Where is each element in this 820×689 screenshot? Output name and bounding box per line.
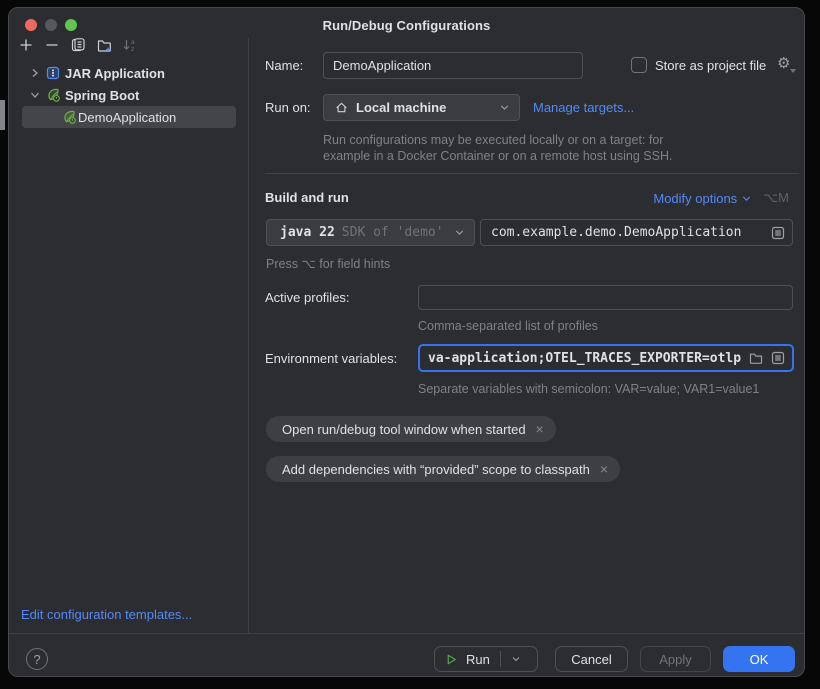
edit-configuration-templates-link[interactable]: Edit configuration templates... [21,607,192,622]
environment-variables-field[interactable]: va-application;OTEL_TRACES_EXPORTER=otlp [418,344,794,372]
sidebar-divider [248,38,249,633]
home-icon [334,100,349,115]
run-on-help-line1: Run configurations may be executed local… [323,132,663,148]
run-on-label: Run on: [265,100,311,115]
chevron-down-icon[interactable] [510,653,522,665]
background-window-edge [0,100,5,130]
apply-button[interactable]: Apply [640,646,711,672]
expand-field-icon[interactable] [770,225,786,241]
sort-alphabetically-icon: a z [122,37,138,53]
option-tag-provided-scope: Add dependencies with “provided” scope t… [266,456,620,482]
close-icon[interactable]: × [536,421,544,437]
tag-label: Open run/debug tool window when started [282,422,526,437]
environment-variables-value: va-application;OTEL_TRACES_EXPORTER=otlp [428,351,742,366]
manage-targets-link[interactable]: Manage targets... [533,100,634,115]
cancel-button[interactable]: Cancel [555,646,628,672]
ok-button-label: OK [750,652,769,667]
sort-configurations-button[interactable]: a z [117,33,143,57]
modify-options-group: Modify options ⌥M [653,190,789,206]
environment-variables-hint: Separate variables with semicolon: VAR=v… [418,382,759,396]
jdk-value: java 22 [280,225,335,240]
active-profiles-hint: Comma-separated list of profiles [418,319,598,333]
active-profiles-label: Active profiles: [265,290,350,305]
folder-icon[interactable] [748,350,764,366]
ok-button[interactable]: OK [723,646,795,672]
apply-button-label: Apply [659,652,692,667]
play-icon [445,653,458,666]
name-label: Name: [265,58,303,73]
build-and-run-title: Build and run [265,190,349,205]
tree-item-label: DemoApplication [78,110,176,125]
tree-item-label: Spring Boot [65,88,139,103]
spring-boot-icon [61,109,77,125]
modify-options-shortcut: ⌥M [763,190,789,206]
field-hints-text: Press ⌥ for field hints [266,256,390,271]
store-as-project-file-checkbox[interactable] [631,57,647,73]
gear-icon[interactable]: ⚙ [777,55,790,73]
tree-item-spring-boot[interactable]: Spring Boot [27,84,139,106]
tree-item-demoapplication[interactable]: DemoApplication [61,106,176,128]
dialog-title: Run/Debug Configurations [9,18,804,33]
option-tag-open-tool-window: Open run/debug tool window when started … [266,416,556,442]
minus-icon [44,37,60,53]
jar-application-icon [45,65,61,81]
plus-icon [18,37,34,53]
spring-boot-icon [45,87,61,103]
run-button-label: Run [466,652,490,667]
run-button[interactable]: Run [434,646,538,672]
section-divider [265,173,799,174]
footer-divider [9,633,804,634]
chevron-down-icon[interactable] [27,87,43,103]
name-input[interactable] [323,52,583,79]
chevron-down-icon [453,226,466,239]
new-folder-button[interactable] [91,33,117,57]
question-icon: ? [33,652,40,667]
tree-item-jar-application[interactable]: JAR Application [27,62,165,84]
run-on-value: Local machine [356,100,446,115]
tag-label: Add dependencies with “provided” scope t… [282,462,590,477]
new-folder-icon [96,37,112,53]
run-debug-configurations-dialog: Run/Debug Configurations a z [8,7,805,677]
chevron-down-icon [498,101,511,114]
jdk-detail: SDK of 'demo' [342,225,444,240]
store-as-project-file-label: Store as project file [655,58,766,73]
configurations-toolbar: a z [13,33,143,57]
copy-icon [70,37,86,53]
remove-configuration-button[interactable] [39,33,65,57]
main-class-value: com.example.demo.DemoApplication [491,225,764,240]
cancel-button-label: Cancel [571,652,611,667]
expand-field-icon[interactable] [770,350,786,366]
chevron-right-icon[interactable] [27,65,43,81]
active-profiles-input[interactable] [418,285,793,310]
run-on-help-line2: example in a Docker Container or on a re… [323,148,672,164]
copy-configuration-button[interactable] [65,33,91,57]
chevron-down-icon [740,192,753,205]
add-configuration-button[interactable] [13,33,39,57]
tree-item-label: JAR Application [65,66,165,81]
help-button[interactable]: ? [26,648,48,670]
jdk-select[interactable]: java 22 SDK of 'demo' [266,219,475,246]
chevron-mini-icon [790,69,796,73]
svg-text:a: a [131,39,135,46]
run-on-select[interactable]: Local machine [323,94,520,121]
environment-variables-label: Environment variables: [265,351,397,366]
svg-text:z: z [131,46,134,53]
close-icon[interactable]: × [600,461,608,477]
main-class-field[interactable]: com.example.demo.DemoApplication [480,219,793,246]
modify-options-link[interactable]: Modify options [653,191,737,206]
gear-glyph: ⚙ [777,55,790,72]
run-button-divider [500,651,501,667]
